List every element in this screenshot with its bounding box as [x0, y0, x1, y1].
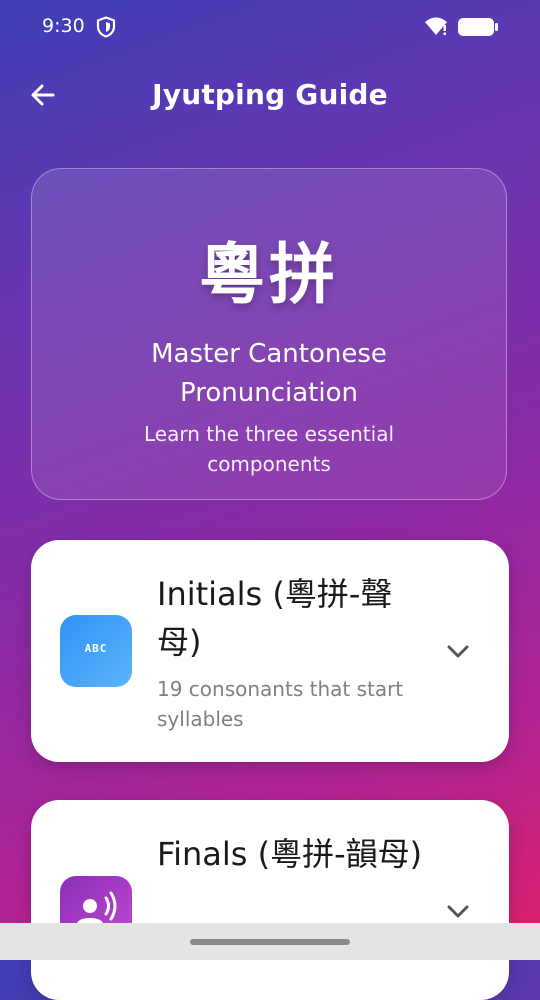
status-bar: 9:30 — [0, 0, 540, 54]
chevron-down-icon[interactable] — [445, 898, 471, 924]
navigation-bar — [0, 923, 540, 960]
page-title: Jyutping Guide — [152, 78, 388, 111]
battery-icon — [458, 18, 498, 36]
section-description: 19 consonants that start syllables — [157, 677, 404, 731]
chevron-down-icon[interactable] — [445, 638, 471, 664]
hero-heading: Master Cantonese Pronunciation — [151, 339, 387, 408]
wifi-icon — [425, 17, 447, 35]
section-card-finals[interactable]: Finals (粵拼-韻母) — [31, 800, 509, 1000]
abc-label: ABC — [84, 642, 108, 655]
section-title: Initials (粵拼-聲母) — [157, 575, 393, 661]
status-time: 9:30 — [42, 15, 85, 37]
shield-icon — [96, 16, 116, 38]
home-gesture-handle[interactable] — [190, 939, 350, 945]
section-title: Finals (粵拼-韻母) — [157, 835, 423, 873]
hero-characters: 粵拼 — [199, 236, 339, 313]
app-bar: Jyutping Guide — [0, 64, 540, 128]
section-card-initials[interactable]: ABC Initials (粵拼-聲母) 19 consonants that … — [31, 540, 509, 762]
hero-subheading: Learn the three essential components — [143, 422, 395, 476]
hero-card: 粵拼 Master Cantonese Pronunciation Learn … — [31, 168, 507, 500]
abc-icon: ABC — [60, 615, 132, 687]
